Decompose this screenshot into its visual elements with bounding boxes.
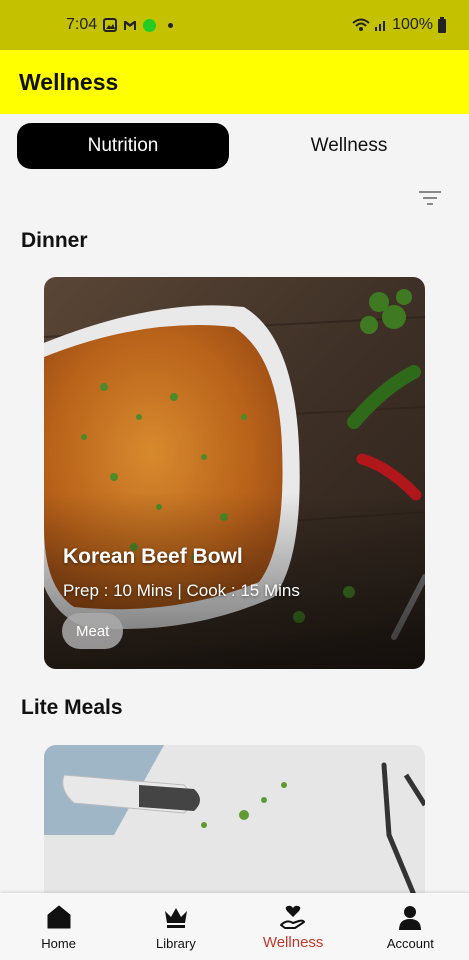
signal-icon <box>375 21 386 31</box>
status-bar: 7:04 100% <box>0 0 469 50</box>
green-dot-indicator <box>143 18 157 32</box>
segment-tabs: Nutrition Wellness <box>17 123 455 169</box>
battery-icon <box>438 17 446 33</box>
image-icon <box>103 18 118 32</box>
status-time: 7:04 <box>66 16 98 33</box>
person-icon <box>399 906 422 930</box>
page-title: Wellness <box>19 68 119 95</box>
category-tag[interactable]: Meat <box>62 613 124 649</box>
nav-account[interactable]: Account <box>352 893 469 960</box>
nav-wellness-label: Wellness <box>262 934 324 951</box>
home-icon <box>47 905 71 929</box>
recipe-card[interactable]: Korean Beef Bowl Prep : 10 Mins | Cook :… <box>44 277 425 669</box>
cook-time: | Cook : 15 Mins <box>177 581 300 600</box>
battery-percent: 100% <box>392 16 433 33</box>
tab-wellness-label: Wellness <box>310 135 388 156</box>
recipe-info: Korean Beef Bowl Prep : 10 Mins | Cook :… <box>63 545 300 601</box>
tab-wellness[interactable]: Wellness <box>243 123 455 169</box>
nav-home[interactable]: Home <box>0 893 117 960</box>
nav-library-label: Library <box>156 936 196 951</box>
recipe-times: Prep : 10 Mins | Cook : 15 Mins <box>63 581 300 601</box>
heart-hand-icon <box>280 905 306 929</box>
recipe-name: Korean Beef Bowl <box>63 545 243 568</box>
nav-library[interactable]: Library <box>117 893 234 960</box>
filter-icon[interactable] <box>418 188 442 208</box>
wifi-icon <box>352 18 370 31</box>
nav-account-label: Account <box>386 936 434 951</box>
section-title-lite-meals: Lite Meals <box>21 696 123 719</box>
nav-home-label: Home <box>41 936 76 951</box>
tab-nutrition[interactable]: Nutrition <box>17 123 229 169</box>
prep-time: Prep : 10 Mins <box>63 581 173 600</box>
app-bar: Wellness <box>0 50 469 114</box>
bottom-navigation: Home Library Wellness Account <box>0 893 469 960</box>
tab-nutrition-label: Nutrition <box>87 135 159 156</box>
notification-dot <box>168 22 174 28</box>
recipe-image <box>44 277 425 669</box>
crown-icon <box>164 908 187 928</box>
section-title-dinner: Dinner <box>21 229 88 252</box>
nav-wellness[interactable]: Wellness <box>235 893 352 960</box>
gmail-icon <box>124 21 137 30</box>
